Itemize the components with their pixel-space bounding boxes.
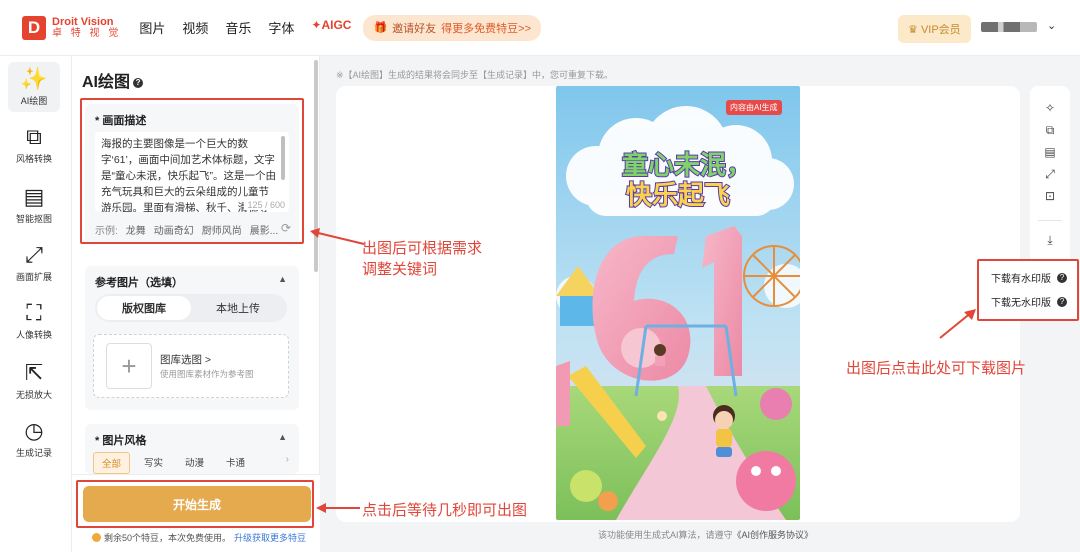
chevron-down-icon[interactable]: ⌄ bbox=[1047, 19, 1056, 32]
ai-disclaimer: 该功能使用生成式AI算法，请遵守《AI创作服务协议》 bbox=[598, 530, 814, 540]
nav-item-video[interactable]: 视频 bbox=[182, 18, 208, 37]
coin-icon bbox=[92, 533, 101, 542]
crown-icon: ♛ bbox=[908, 24, 918, 36]
annotation-arrow bbox=[939, 309, 976, 339]
upscale-icon: ⇱ bbox=[24, 360, 44, 385]
brand-logo[interactable]: D Droit Vision 卓 特 视 觉 bbox=[22, 15, 122, 40]
reference-label: 参考图片（选填） bbox=[95, 277, 183, 289]
style-tab-cartoon[interactable]: 卡通 bbox=[218, 452, 253, 474]
main-nav: 图片 视频 音乐 字体 ✦AIGC bbox=[139, 18, 363, 37]
sidebar-item-expand[interactable]: ⤢ 画面扩展 bbox=[8, 238, 60, 288]
tab-local-upload[interactable]: 本地上传 bbox=[191, 296, 285, 320]
sidebar-item-history[interactable]: ◷ 生成记录 bbox=[8, 414, 60, 464]
library-picker-hint: 使用图库素材作为参考图 bbox=[160, 369, 254, 379]
invite-banner[interactable]: 🎁 邀请好友 得更多免费特豆>> bbox=[363, 14, 542, 41]
gift-icon: 🎁 bbox=[373, 22, 388, 34]
grid-shapes-icon: ⧉ bbox=[26, 124, 42, 149]
annotation-keywords: 出图后可根据需求 调整关键词 bbox=[362, 240, 483, 278]
generated-image[interactable]: 童心未泯， 快乐起飞 bbox=[556, 86, 800, 520]
nav-item-music[interactable]: 音乐 bbox=[225, 18, 251, 37]
magic-wand-icon: ✨ bbox=[20, 66, 48, 91]
annotation-box-generate bbox=[76, 480, 314, 528]
crop-icon[interactable]: ⊡ bbox=[1042, 188, 1058, 204]
style-tabs: 全部 写实 动漫 卡通 bbox=[93, 452, 253, 474]
service-agreement-link[interactable]: 《AI创作服务协议》 bbox=[733, 530, 814, 540]
image-style-card: * 图片风格 ▲ 全部 写实 动漫 卡通 › bbox=[85, 424, 299, 474]
library-picker-title: 图库选图 > bbox=[160, 354, 212, 366]
reference-image-card: 参考图片（选填） ▲ 版权图库 本地上传 + 图库选图 > 使用图库素材作为参考… bbox=[85, 266, 299, 410]
annotation-arrow bbox=[316, 503, 360, 513]
upgrade-link[interactable]: 升级获取更多特豆 bbox=[234, 531, 306, 544]
layers-icon: ▤ bbox=[23, 184, 45, 209]
toolbar-divider bbox=[1038, 220, 1062, 221]
collapse-icon[interactable]: ▲ bbox=[278, 274, 287, 284]
sidebar-item-style-transfer[interactable]: ⧉ 风格转换 bbox=[8, 120, 60, 170]
style-tab-realistic[interactable]: 写实 bbox=[136, 452, 171, 474]
sidebar-item-cutout[interactable]: ▤ 智能抠图 bbox=[8, 180, 60, 230]
sidebar-item-portrait[interactable]: ⛶ 人像转换 bbox=[8, 296, 60, 346]
sidebar-item-ai-draw[interactable]: ✨ AI绘图 bbox=[8, 62, 60, 112]
logo-mark-icon: D bbox=[22, 15, 46, 40]
sparkle-icon: ✦ bbox=[311, 18, 322, 32]
page-title: AI绘图? bbox=[82, 68, 144, 92]
expand-icon: ⤢ bbox=[25, 242, 43, 267]
image-toolbar: ✧ ⧉ ▤ ⤢ ⊡ ⤓ bbox=[1030, 86, 1070, 270]
poster-title-line2: 快乐起飞 bbox=[626, 181, 730, 211]
library-picker[interactable]: + 图库选图 > 使用图库素材作为参考图 bbox=[93, 334, 289, 398]
poster-title-line1: 童心未泯， bbox=[622, 150, 752, 181]
style-tab-anime[interactable]: 动漫 bbox=[177, 452, 212, 474]
annotation-arrow bbox=[310, 228, 365, 245]
reference-source-tabs: 版权图库 本地上传 bbox=[95, 294, 287, 322]
plus-icon[interactable]: + bbox=[106, 343, 152, 389]
annotation-download: 出图后点击此处可下载图片 bbox=[846, 360, 1027, 377]
brand-name-cn: 卓 特 视 觉 bbox=[52, 27, 122, 39]
nav-item-fonts[interactable]: 字体 bbox=[268, 18, 294, 37]
magic-wand-icon[interactable]: ✧ bbox=[1042, 100, 1058, 116]
sync-notice: ※【AI绘图】生成的结果将会同步至【生成记录】中，您可重复下载。 bbox=[336, 70, 614, 80]
chevron-right-icon[interactable]: › bbox=[286, 454, 289, 465]
credit-status: 剩余50个特豆，本次免费使用。 升级获取更多特豆 bbox=[92, 531, 306, 544]
annotation-box-download bbox=[977, 259, 1079, 321]
clock-icon: ◷ bbox=[24, 418, 44, 443]
username[interactable] bbox=[981, 22, 1037, 32]
nav-item-aigc[interactable]: ✦AIGC bbox=[311, 18, 351, 37]
layers-icon[interactable]: ▤ bbox=[1042, 144, 1058, 160]
collapse-icon[interactable]: ▲ bbox=[278, 432, 287, 442]
download-icon[interactable]: ⤓ bbox=[1042, 232, 1058, 248]
tab-copyright-library[interactable]: 版权图库 bbox=[97, 296, 191, 320]
vip-button[interactable]: ♛ VIP会员 bbox=[898, 15, 971, 43]
expand-icon[interactable]: ⤢ bbox=[1042, 166, 1058, 182]
brand-name-en: Droit Vision bbox=[52, 15, 114, 28]
tool-sidebar: ✨ AI绘图 ⧉ 风格转换 ▤ 智能抠图 ⤢ 画面扩展 ⛶ 人像转换 ⇱ 无损放… bbox=[0, 56, 72, 552]
annotation-box-description bbox=[80, 98, 304, 244]
sidebar-item-upscale[interactable]: ⇱ 无损放大 bbox=[8, 356, 60, 406]
annotation-generate: 点击后等待几秒即可出图 bbox=[362, 502, 528, 519]
nav-item-images[interactable]: 图片 bbox=[139, 18, 165, 37]
ai-generated-badge: 内容由AI生成 bbox=[726, 100, 782, 115]
style-tab-all[interactable]: 全部 bbox=[93, 452, 131, 474]
grid-icon[interactable]: ⧉ bbox=[1042, 122, 1058, 138]
help-icon[interactable]: ? bbox=[133, 77, 144, 88]
style-label: * 图片风格 bbox=[95, 435, 147, 447]
portrait-icon: ⛶ bbox=[26, 300, 42, 325]
